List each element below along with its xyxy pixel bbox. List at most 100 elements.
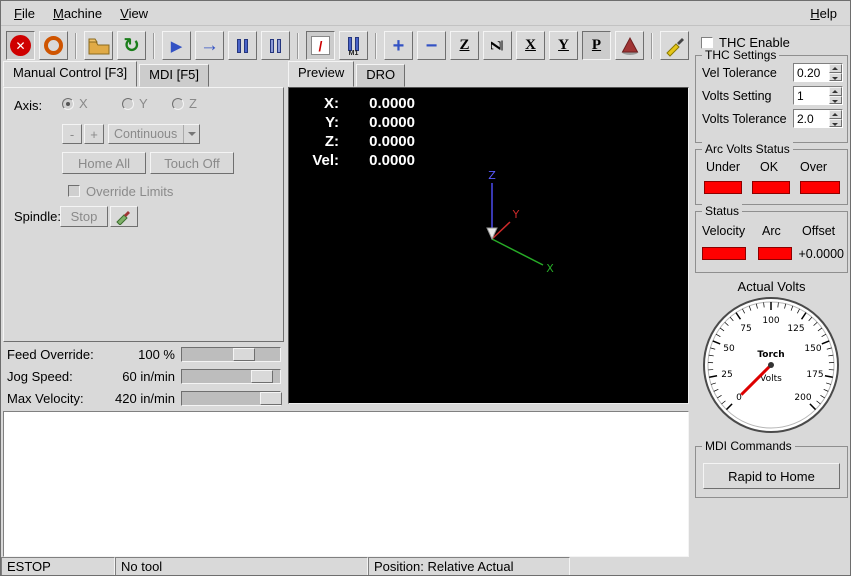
- play-icon: ▶: [171, 37, 183, 55]
- slider-thumb[interactable]: [251, 370, 273, 383]
- spin-down-button[interactable]: [829, 73, 842, 82]
- toolbar-separator: [375, 33, 377, 59]
- toolbar-separator: [153, 33, 155, 59]
- jog-minus-button[interactable]: -: [62, 124, 82, 144]
- clear-plot-button[interactable]: [660, 31, 689, 60]
- radio-circle: [172, 98, 184, 110]
- estop-status-cell: ESTOP: [1, 557, 115, 576]
- menu-help[interactable]: Help: [801, 3, 846, 24]
- step-arrow-icon: →: [200, 35, 219, 57]
- jog-plus-button[interactable]: +: [84, 124, 104, 144]
- touch-off-button[interactable]: Touch Off: [150, 152, 234, 174]
- axis-thc-window: File Machine View Help ✕ ↻ ▶ → / M1 + − …: [0, 0, 851, 576]
- slash-icon: /: [311, 36, 330, 55]
- position-readout: X:0.0000 Y:0.0000 Z:0.0000 Vel:0.0000: [299, 94, 415, 170]
- view-x-button[interactable]: X: [516, 31, 545, 60]
- feed-override-label: Feed Override:: [7, 347, 94, 362]
- arc-ok-label: OK: [760, 160, 778, 174]
- zoom-out-button[interactable]: −: [417, 31, 446, 60]
- tool-cone-icon: [487, 228, 497, 239]
- tab-dro[interactable]: DRO: [356, 64, 405, 87]
- tab-mdi[interactable]: MDI [F5]: [139, 64, 209, 87]
- left-notebook-tabs: Manual Control [F3] MDI [F5]: [3, 65, 211, 87]
- machine-power-button[interactable]: [39, 31, 68, 60]
- gauge-title: Torch: [757, 350, 784, 360]
- home-all-button[interactable]: Home All: [62, 152, 146, 174]
- spindle-stop-button[interactable]: Stop: [60, 206, 108, 227]
- view-z-rotated-button[interactable]: Z: [483, 31, 512, 60]
- offset-value: +0.0000: [792, 247, 844, 261]
- axis-x-label: X: [79, 96, 88, 111]
- run-button[interactable]: ▶: [162, 31, 191, 60]
- axis-radio-z[interactable]: Z: [172, 96, 197, 111]
- spin-up-button[interactable]: [829, 87, 842, 96]
- feed-override-slider[interactable]: [181, 347, 281, 362]
- rapid-to-home-button[interactable]: Rapid to Home: [703, 463, 840, 489]
- pause-button[interactable]: [228, 31, 257, 60]
- view-x-icon: X: [525, 37, 536, 54]
- readout-row: Vel:0.0000: [299, 151, 415, 170]
- view-perspective-button[interactable]: P: [582, 31, 611, 60]
- readout-row: Z:0.0000: [299, 132, 415, 151]
- override-limits-checkbox[interactable]: [68, 185, 80, 197]
- rotate-view-button[interactable]: [615, 31, 644, 60]
- menu-view[interactable]: View: [111, 3, 157, 24]
- volts-setting-spinbox[interactable]: 1: [793, 86, 843, 105]
- axis-label: Axis:: [14, 98, 42, 113]
- status-title: Status: [702, 204, 742, 218]
- spin-down-button[interactable]: [829, 119, 842, 128]
- arc-volts-status-group: Arc Volts Status Under OK Over: [695, 149, 848, 205]
- readout-row: X:0.0000: [299, 94, 415, 113]
- velocity-led: [702, 247, 746, 260]
- spindle-settings-button[interactable]: [110, 206, 138, 227]
- mdi-commands-group: MDI Commands Rapid to Home: [695, 446, 848, 498]
- volts-tolerance-spinbox[interactable]: 2.0: [793, 109, 843, 128]
- estop-icon: ✕: [10, 35, 31, 56]
- slider-thumb[interactable]: [260, 392, 282, 405]
- svg-text:200: 200: [794, 393, 811, 403]
- jog-speed-slider[interactable]: [181, 369, 281, 384]
- readout-row: Y:0.0000: [299, 113, 415, 132]
- axis-y-label: Y: [139, 96, 148, 111]
- torch-volts-gauge: 0 25 50 75 100 125 150 175 200 Torch Vol…: [701, 295, 841, 435]
- spin-down-button[interactable]: [829, 96, 842, 105]
- vel-tolerance-spinbox[interactable]: 0.20: [793, 63, 843, 82]
- estop-button[interactable]: ✕: [6, 31, 35, 60]
- view-perspective-icon: P: [592, 37, 601, 54]
- spin-up-button[interactable]: [829, 64, 842, 73]
- max-velocity-slider[interactable]: [181, 391, 281, 406]
- tab-manual-control[interactable]: Manual Control [F3]: [3, 61, 137, 87]
- radio-circle: [122, 98, 134, 110]
- view-z-button[interactable]: Z: [450, 31, 479, 60]
- chevron-down-icon: [183, 125, 199, 143]
- skip-lines-toggle[interactable]: /: [306, 31, 335, 60]
- axis-radio-x[interactable]: X: [62, 96, 88, 111]
- optional-stop-icon: M1: [344, 35, 364, 57]
- feed-override-value: 100 %: [89, 347, 175, 362]
- tab-preview[interactable]: Preview: [288, 61, 354, 87]
- optional-stop-toggle[interactable]: M1: [339, 31, 368, 60]
- menu-machine[interactable]: Machine: [44, 3, 111, 24]
- status-group: Status Velocity Arc Offset +0.0000: [695, 211, 848, 273]
- spin-up-button[interactable]: [829, 110, 842, 119]
- stop-button[interactable]: [261, 31, 290, 60]
- reload-button[interactable]: ↻: [117, 31, 146, 60]
- svg-text:150: 150: [804, 344, 821, 354]
- thc-enable-checkbox[interactable]: [701, 37, 713, 49]
- preview-canvas[interactable]: X:0.0000 Y:0.0000 Z:0.0000 Vel:0.0000 Z …: [288, 87, 689, 404]
- radio-circle: [62, 98, 74, 110]
- arc-under-label: Under: [706, 160, 740, 174]
- menu-file[interactable]: File: [5, 3, 44, 24]
- open-file-button[interactable]: [84, 31, 113, 60]
- message-history[interactable]: [3, 411, 689, 557]
- zoom-in-button[interactable]: +: [384, 31, 413, 60]
- velocity-label: Velocity: [702, 224, 745, 238]
- jog-increment-select[interactable]: Continuous: [108, 124, 200, 144]
- manual-control-panel: Axis: X Y Z - + Continuous Home All Touc…: [3, 87, 284, 342]
- volts-setting-label: Volts Setting: [702, 89, 772, 103]
- step-button[interactable]: →: [195, 31, 224, 60]
- view-y-button[interactable]: Y: [549, 31, 578, 60]
- max-velocity-row: Max Velocity: 420 in/min: [3, 389, 284, 409]
- slider-thumb[interactable]: [233, 348, 255, 361]
- axis-radio-y[interactable]: Y: [122, 96, 148, 111]
